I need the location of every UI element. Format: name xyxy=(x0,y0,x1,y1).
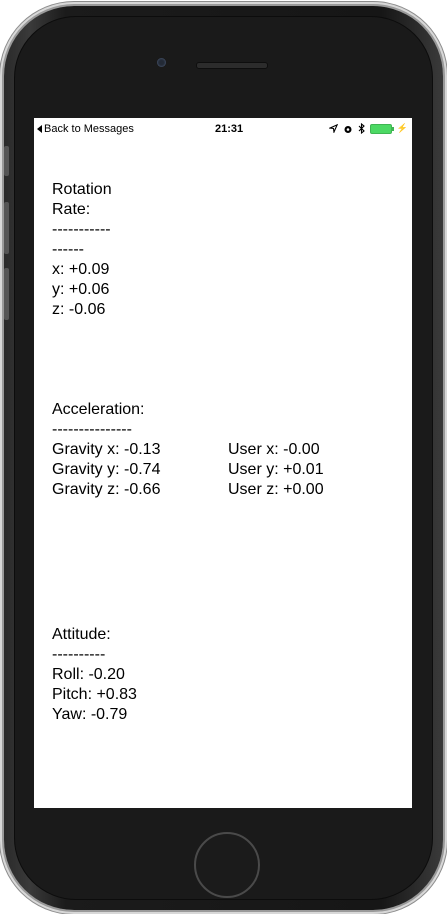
rotation-z: z: -0.06 xyxy=(52,301,106,318)
back-label: Back to Messages xyxy=(44,123,134,135)
bluetooth-icon xyxy=(358,123,365,134)
gravity-x: Gravity x: -0.13 xyxy=(52,441,161,458)
home-button[interactable] xyxy=(194,832,260,898)
charging-bolt-icon: ⚡ xyxy=(396,123,408,133)
front-camera-icon xyxy=(157,58,166,67)
acceleration-divider: --------------- xyxy=(52,421,132,438)
mute-switch xyxy=(4,146,9,176)
back-chevron-icon xyxy=(37,125,42,133)
earpiece-speaker xyxy=(196,62,268,69)
rotation-x: x: +0.09 xyxy=(52,261,110,278)
rotation-rate-section: Rotation Rate: ----------------- x: +0.0… xyxy=(52,180,112,320)
acceleration-section: Acceleration: --------------- Gravity x:… xyxy=(52,400,392,500)
attitude-yaw: Yaw: -0.79 xyxy=(52,706,128,723)
status-bar: Back to Messages 21:31 ⚡ xyxy=(34,118,412,138)
rotation-y: y: +0.06 xyxy=(52,281,110,298)
attitude-title: Attitude: xyxy=(52,626,111,643)
gravity-z: Gravity z: -0.66 xyxy=(52,481,161,498)
status-icons: ⚡ xyxy=(328,123,408,134)
attitude-roll: Roll: -0.20 xyxy=(52,666,125,683)
acceleration-values: Gravity x: -0.13 Gravity y: -0.74 Gravit… xyxy=(52,440,392,500)
rotation-rate-title: Rotation Rate: xyxy=(52,181,112,218)
alarm-icon xyxy=(344,125,352,133)
location-arrow-icon xyxy=(328,124,338,133)
battery-charging-icon xyxy=(369,123,394,134)
rotation-rate-divider: ----------------- xyxy=(52,221,111,258)
user-y: User y: +0.01 xyxy=(228,461,324,478)
user-x: User x: -0.00 xyxy=(228,441,320,458)
acceleration-title: Acceleration: xyxy=(52,401,145,418)
gravity-column: Gravity x: -0.13 Gravity y: -0.74 Gravit… xyxy=(52,440,160,500)
user-acceleration-column: User x: -0.00 User y: +0.01 User z: +0.0… xyxy=(228,440,324,500)
volume-down-button xyxy=(4,268,9,320)
attitude-divider: ---------- xyxy=(52,646,106,663)
attitude-pitch: Pitch: +0.83 xyxy=(52,686,137,703)
back-to-messages-link[interactable]: Back to Messages xyxy=(37,123,134,135)
status-time: 21:31 xyxy=(215,123,244,135)
user-z: User z: +0.00 xyxy=(228,481,324,498)
volume-up-button xyxy=(4,202,9,254)
attitude-section: Attitude: ---------- Roll: -0.20 Pitch: … xyxy=(52,625,137,725)
screen: Back to Messages 21:31 ⚡ Rotation Rate: … xyxy=(34,118,412,808)
gravity-y: Gravity y: -0.74 xyxy=(52,461,161,478)
